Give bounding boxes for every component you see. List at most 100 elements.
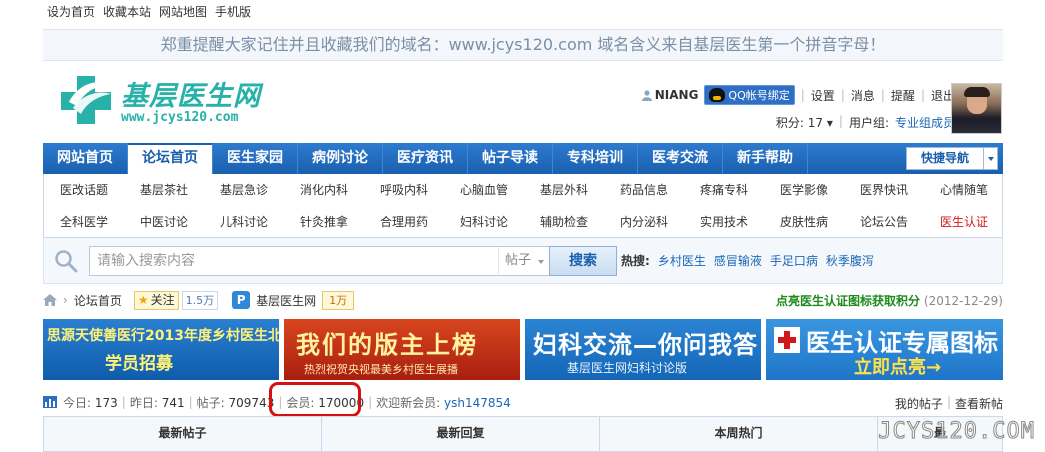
subnav-item[interactable]: 药品信息 — [604, 174, 684, 206]
subnav-item[interactable]: 辅助检查 — [524, 206, 604, 238]
subnav-item[interactable]: 心情随笔 — [924, 174, 1004, 206]
subnav-item[interactable]: 疼痛专科 — [684, 174, 764, 206]
stat-welcome: 欢迎新会员: ysh147854 — [376, 395, 511, 410]
nav-case-discussion[interactable]: 病例讨论 — [298, 143, 383, 174]
certification-promo: 点亮医生认证图标获取积分 (2012-12-29) — [776, 292, 1003, 309]
search-input[interactable]: 请输入搜索内容 — [89, 246, 499, 276]
nav-post-guide[interactable]: 帖子导读 — [468, 143, 553, 174]
domain-notice-banner: 郑重提醒大家记住并且收藏我们的域名：www.jcys120.com 域名含义来自… — [43, 29, 1003, 61]
user-toolbar: NIANG QQ帐号绑定 | 设置 | 消息 | 提醒 | 退出 — [641, 85, 955, 105]
subnav-item[interactable]: 皮肤性病 — [764, 206, 844, 238]
usergroup-link[interactable]: 专业组成员 — [895, 114, 955, 131]
messages-link[interactable]: 消息 — [851, 87, 875, 104]
subnav-item[interactable]: 儿科讨论 — [204, 206, 284, 238]
tab-latest-posts[interactable]: 最新帖子 — [44, 417, 322, 451]
subnav-item[interactable]: 针灸推拿 — [284, 206, 364, 238]
new-posts-link[interactable]: 查看新帖 — [955, 395, 1003, 412]
points-dropdown[interactable]: 积分: 17 ▾ — [776, 114, 833, 131]
mobile-version-link[interactable]: 手机版 — [215, 3, 251, 21]
nav-medical-news[interactable]: 医疗资讯 — [383, 143, 468, 174]
tab-weekly-hot[interactable]: 本周热门 — [600, 417, 878, 451]
subnav-item[interactable]: 基层茶社 — [124, 174, 204, 206]
site-count-badge: 1万 — [322, 290, 355, 310]
subnav-item[interactable]: 妇科讨论 — [444, 206, 524, 238]
hot-search-link[interactable]: 感冒输液 — [714, 252, 762, 269]
sitemap-link[interactable]: 网站地图 — [159, 3, 207, 21]
nav-forum-home[interactable]: 论坛首页 — [128, 143, 213, 174]
username-text: NIANG — [654, 88, 699, 102]
certification-promo-link[interactable]: 点亮医生认证图标获取积分 — [776, 294, 920, 308]
qq-bind-label: QQ帐号绑定 — [728, 89, 790, 102]
logo-cross-icon — [61, 76, 113, 124]
subnav-item[interactable]: 全科医学 — [44, 206, 124, 238]
new-member-link[interactable]: ysh147854 — [444, 396, 511, 410]
separator: | — [368, 395, 373, 409]
subnav-item[interactable]: 论坛公告 — [844, 206, 924, 238]
quick-nav-dropdown[interactable]: 快捷导航 — [906, 147, 998, 170]
hot-search-link[interactable]: 手足口病 — [770, 252, 818, 269]
home-icon[interactable] — [43, 294, 57, 306]
subnav-item[interactable]: 合理用药 — [364, 206, 444, 238]
stat-yesterday: 昨日: 741 — [129, 395, 185, 410]
reminders-link[interactable]: 提醒 — [891, 87, 915, 104]
subnav-item[interactable]: 基层急诊 — [204, 174, 284, 206]
search-bar: 请输入搜索内容 帖子 搜索 热搜: 乡村医生 感冒输液 手足口病 秋季腹泻 — [43, 238, 1003, 284]
hot-searches: 热搜: 乡村医生 感冒输液 手足口病 秋季腹泻 — [621, 252, 874, 269]
banner-doctor-certification[interactable]: 医生认证专属图标 立即点亮→ — [766, 319, 1003, 380]
qq-bind-button[interactable]: QQ帐号绑定 — [704, 85, 795, 105]
nav-newbie-help[interactable]: 新手帮助 — [723, 143, 808, 174]
hot-search-link[interactable]: 秋季腹泻 — [826, 252, 874, 269]
user-info-line: 积分: 17 ▾ | 用户组: 专业组成员 — [776, 114, 955, 131]
search-type-select[interactable]: 帖子 — [498, 246, 550, 276]
subnav-item[interactable]: 基层外科 — [524, 174, 604, 206]
follow-count-badge: 1.5万 — [181, 290, 219, 310]
site-logo[interactable]: 基层医生网 www.jcys120.com — [55, 70, 285, 132]
search-button[interactable]: 搜索 — [549, 246, 617, 276]
subnav-item[interactable]: 医学影像 — [764, 174, 844, 206]
site-p-icon[interactable]: P — [232, 291, 251, 309]
nav-specialty-training[interactable]: 专科培训 — [553, 143, 638, 174]
stat-posts: 帖子: 709743 — [196, 395, 275, 410]
banner-moderator-list[interactable]: 我们的版主上榜 热烈祝贺央视最美乡村医生展播 — [284, 319, 520, 380]
subnav-item[interactable]: 中医讨论 — [124, 206, 204, 238]
banner-line-2: 学员招募 — [105, 354, 173, 374]
certification-promo-date: (2012-12-29) — [923, 294, 1003, 308]
tab-latest-replies[interactable]: 最新回复 — [322, 417, 600, 451]
site-name-link[interactable]: 基层医生网 — [256, 292, 316, 309]
follow-button[interactable]: ★ 关注 — [133, 290, 179, 310]
quick-nav-label: 快捷导航 — [921, 151, 970, 165]
set-homepage-link[interactable]: 设为首页 — [47, 3, 95, 21]
my-posts-link[interactable]: 我的帖子 — [895, 395, 943, 412]
subnav-item[interactable]: 内分泌科 — [604, 206, 684, 238]
banner-training-recruit[interactable]: 思源天使善医行2013年度乡村医生北京培训班 学员招募 — [43, 319, 279, 380]
username[interactable]: NIANG — [641, 88, 699, 102]
watermark: JCYS120.COM — [878, 419, 1035, 445]
subnav-item-doctor-certification[interactable]: 医生认证 — [924, 206, 1004, 238]
nav-doctor-home[interactable]: 医生家园 — [213, 143, 298, 174]
follow-label: 关注 — [150, 292, 175, 307]
nav-exam-exchange[interactable]: 医考交流 — [638, 143, 723, 174]
subnav-item[interactable]: 消化内科 — [284, 174, 364, 206]
breadcrumb-forum-home[interactable]: 论坛首页 — [74, 292, 122, 309]
banner-line-1: 思源天使善医行2013年度乡村医生北京培训班 — [47, 328, 279, 344]
separator: | — [920, 88, 925, 102]
search-icon — [55, 250, 78, 273]
red-cross-icon — [774, 327, 800, 353]
banner-gynecology-qa[interactable]: 妇科交流—你问我答 基层医生网妇科讨论版 — [525, 319, 761, 380]
bookmark-site-link[interactable]: 收藏本站 — [103, 3, 151, 21]
subnav-item[interactable]: 实用技术 — [684, 206, 764, 238]
hot-search-link[interactable]: 乡村医生 — [658, 252, 706, 269]
subnav-item[interactable]: 心脑血管 — [444, 174, 524, 206]
subnav-item[interactable]: 医界快讯 — [844, 174, 924, 206]
banner-line-1: 妇科交流—你问我答 — [533, 331, 758, 359]
separator: | — [188, 395, 193, 409]
banner-line-2: 基层医生网妇科讨论版 — [567, 361, 688, 375]
settings-link[interactable]: 设置 — [811, 87, 835, 104]
subnav-item[interactable]: 医改话题 — [44, 174, 124, 206]
avatar[interactable] — [951, 83, 1002, 134]
logo-url: www.jcys120.com — [121, 110, 239, 125]
nav-site-home[interactable]: 网站首页 — [43, 143, 128, 174]
subnav-item[interactable]: 呼吸内科 — [364, 174, 444, 206]
chevron-down-icon — [983, 148, 997, 169]
separator: | — [800, 88, 805, 102]
